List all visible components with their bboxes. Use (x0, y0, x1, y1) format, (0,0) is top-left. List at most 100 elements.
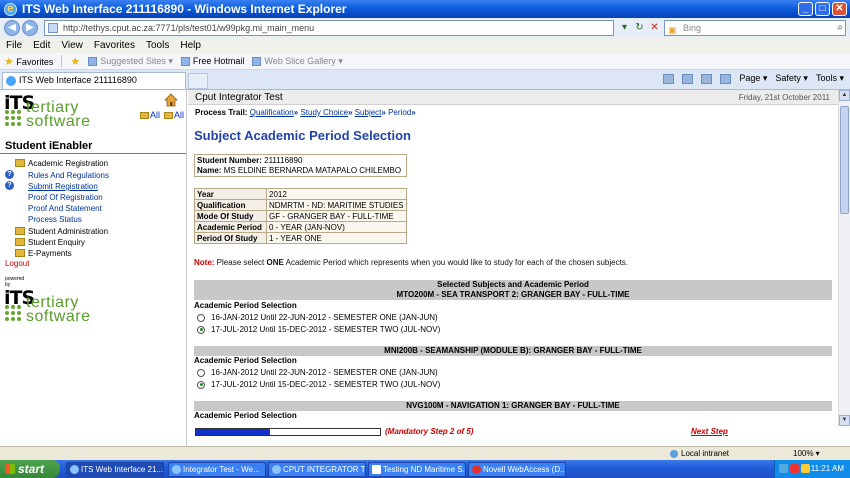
add-favorite-icon[interactable]: ★ (70, 55, 80, 68)
sidebar-item-process-status[interactable]: Process Status (28, 215, 82, 224)
command-bar: Page ▾ Safety ▾ Tools ▾ (663, 73, 844, 84)
back-button[interactable]: ◀ (4, 20, 20, 36)
menu-view[interactable]: View (61, 40, 83, 51)
sidebar-title: Student iEnabler (5, 140, 93, 152)
vertical-scrollbar[interactable]: ▲ ▼ (838, 90, 850, 426)
close-button[interactable]: ✕ (832, 2, 847, 16)
volume-icon[interactable] (801, 464, 810, 473)
note-text-pre: Please select (214, 258, 267, 267)
home-icon[interactable] (663, 73, 675, 84)
next-step-link[interactable]: Next Step (691, 427, 728, 436)
taskbar-item[interactable]: Novell WebAccess (D... (468, 462, 566, 477)
period-option[interactable]: 17-JUL-2012 Until 15-DEC-2012 - SEMESTER… (197, 325, 440, 334)
taskbar-item-label: ITS Web Interface 21... (81, 465, 164, 474)
page-icon (252, 56, 262, 66)
radio-button[interactable] (197, 325, 205, 334)
start-button[interactable]: start (0, 460, 60, 478)
expand-all-link[interactable]: All (140, 110, 160, 120)
search-icon[interactable]: ⌕ (837, 21, 843, 35)
compatibility-icon[interactable]: ▾ (618, 21, 631, 34)
sidebar-item-submit-registration[interactable]: ? Submit Registration (5, 181, 98, 191)
ie-icon (4, 1, 17, 16)
period-option[interactable]: 16-JAN-2012 Until 22-JUN-2012 - SEMESTER… (197, 368, 438, 377)
taskbar-item[interactable]: ITS Web Interface 21... (66, 462, 164, 477)
taskbar-item[interactable]: Integrator Test - We... (168, 462, 266, 477)
menu-favorites[interactable]: Favorites (94, 40, 135, 51)
all-label: All (174, 110, 185, 120)
progress-bar (195, 428, 381, 436)
sidebar-item-e-payments[interactable]: E-Payments (15, 249, 72, 258)
safety-menu[interactable]: Safety ▾ (775, 73, 808, 84)
page-menu[interactable]: Page ▾ (739, 73, 767, 84)
folder-icon (140, 112, 149, 120)
radio-button[interactable] (197, 380, 205, 389)
scroll-down-icon[interactable]: ▼ (839, 415, 850, 426)
novell-icon (472, 465, 481, 474)
sidebar-item-rules-and-regulations[interactable]: ? Rules And Regulations (5, 170, 109, 180)
period-option[interactable]: 16-JAN-2012 Until 22-JUN-2012 - SEMESTER… (197, 313, 438, 322)
print-icon[interactable] (720, 73, 732, 84)
mail-icon[interactable] (701, 73, 713, 84)
feeds-icon[interactable] (682, 73, 694, 84)
start-label: start (18, 462, 45, 476)
refresh-icon[interactable]: ↻ (633, 21, 646, 34)
zone-label: Local intranet (681, 449, 730, 458)
sidebar-item-proof-of-registration[interactable]: Proof Of Registration (28, 193, 103, 202)
its-logo: iTS tertiary software (4, 92, 90, 130)
period-option[interactable]: 17-JUL-2012 Until 15-DEC-2012 - SEMESTER… (197, 380, 440, 389)
collapse-all-link[interactable]: All (164, 110, 184, 120)
maximize-button[interactable]: □ (815, 2, 830, 16)
taskbar-item[interactable]: Testing ND Maritime S... (368, 462, 466, 477)
sidebar-item-student-enquiry[interactable]: Student Enquiry (15, 238, 85, 247)
note-label: Note: (194, 258, 215, 267)
tools-menu[interactable]: Tools ▾ (816, 73, 844, 84)
new-tab-button[interactable] (188, 73, 208, 89)
menu-help[interactable]: Help (180, 40, 201, 51)
student-number-row: Student Number: 211116890 (195, 155, 407, 166)
minimize-button[interactable]: _ (798, 2, 813, 16)
student-info-box: Student Number: 211116890 Name: MS ELDIN… (194, 154, 407, 177)
sidebar-item-student-administration[interactable]: Student Administration (15, 227, 109, 236)
period-option-label: 16-JAN-2012 Until 22-JUN-2012 - SEMESTER… (211, 368, 438, 377)
menu-file[interactable]: File (6, 40, 22, 51)
tab-its-web-interface[interactable]: ITS Web Interface 211116890 (2, 72, 186, 89)
favorites-button[interactable]: ★ Favorites (4, 55, 53, 68)
note-text-post: Academic Period which represents when yo… (283, 258, 629, 267)
ie-icon (70, 465, 79, 474)
period-option-label: 17-JUL-2012 Until 15-DEC-2012 - SEMESTER… (211, 325, 441, 334)
scroll-thumb[interactable] (840, 106, 849, 214)
free-hotmail-link[interactable]: Free Hotmail (180, 56, 244, 67)
academic-period-label: Academic Period Selection (194, 356, 297, 365)
sidebar-item-proof-and-statement[interactable]: Proof And Statement (28, 204, 102, 213)
menu-tools[interactable]: Tools (146, 40, 169, 51)
logo-dots (5, 110, 21, 128)
scroll-up-icon[interactable]: ▲ (839, 90, 850, 101)
suggested-sites-link[interactable]: Suggested Sites ▾ (88, 56, 173, 67)
help-icon: ? (5, 170, 14, 179)
stop-icon[interactable]: ✕ (648, 21, 661, 34)
web-slice-gallery-link[interactable]: Web Slice Gallery ▾ (252, 56, 343, 67)
trail-subject[interactable]: Subject (355, 108, 382, 117)
trail-qualification[interactable]: Qualification (250, 108, 294, 117)
favorites-label: Favorites (16, 56, 54, 67)
search-input[interactable]: ▣ Bing ⌕ (664, 20, 846, 36)
menu-edit[interactable]: Edit (33, 40, 50, 51)
logout-link[interactable]: Logout (5, 259, 29, 268)
forward-button[interactable]: ▶ (22, 20, 38, 36)
radio-button[interactable] (197, 313, 205, 322)
address-bar[interactable]: http://tethys.cput.ac.za:7771/pls/test01… (44, 20, 614, 36)
sidebar-item-academic-registration[interactable]: Academic Registration (15, 159, 108, 168)
home-icon[interactable] (164, 93, 178, 107)
zoom-control[interactable]: 100% ▾ (793, 449, 820, 458)
detail-label: Qualification (194, 199, 267, 211)
novell-tray-icon[interactable] (790, 464, 799, 473)
system-name: Cput Integrator Test (195, 92, 283, 103)
taskbar-item-label: CPUT INTEGRATOR T... (283, 465, 366, 474)
taskbar-item[interactable]: CPUT INTEGRATOR T... (268, 462, 366, 477)
network-icon[interactable] (779, 464, 788, 473)
sidebar-item-label: Student Administration (28, 227, 109, 236)
table-row: Period Of Study 1 - YEAR ONE (194, 232, 407, 244)
trail-study-choice[interactable]: Study Choice (300, 108, 348, 117)
sidebar-item-label: Student Enquiry (28, 238, 85, 247)
radio-button[interactable] (197, 368, 205, 377)
